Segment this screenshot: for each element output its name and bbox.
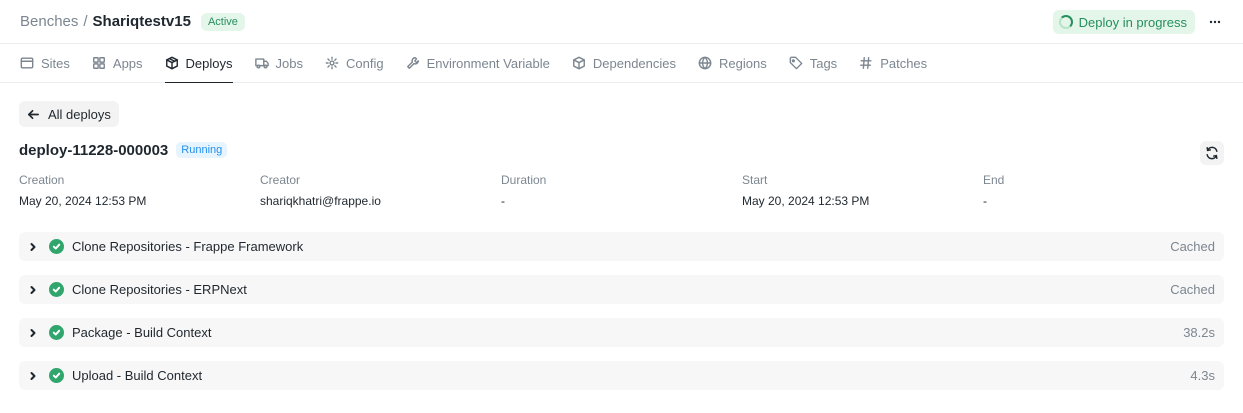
meta-label: Creation [19,173,65,187]
meta-end: End - [983,173,1224,208]
meta-value: shariqkhatri@frappe.io [260,194,381,208]
tab-label: Tags [809,55,838,71]
tab-label: Regions [719,55,767,71]
more-horizontal-icon [1209,20,1221,24]
more-options-button[interactable] [1207,10,1223,34]
tab-tags[interactable]: Tags [789,44,837,82]
step-status: 4.3s [1190,368,1215,383]
step-package-build-context[interactable]: Package - Build Context 38.2s [19,318,1224,347]
meta-creator: Creator shariqkhatri@frappe.io [260,173,501,208]
truck-icon [254,58,269,69]
wrench-icon [406,57,419,69]
hash-icon [860,57,872,69]
breadcrumb-separator: / [83,13,88,30]
header-actions: Deploy in progress [1052,10,1223,34]
grid-icon [92,57,105,69]
gear-icon [325,56,339,70]
tab-regions[interactable]: Regions [698,44,767,82]
step-upload-build-context[interactable]: Upload - Build Context 4.3s [19,361,1224,390]
tag-icon [789,56,803,70]
step-status: 38.2s [1183,325,1215,340]
arrow-left-icon [28,109,39,119]
tab-label: Patches [880,55,928,71]
browser-icon [20,57,34,69]
step-clone-erpnext[interactable]: Clone Repositories - ERPNext Cached [19,275,1224,304]
globe-icon [698,56,712,70]
spinner-icon [1058,15,1073,29]
all-deploys-label: All deploys [48,106,111,122]
step-title: Package - Build Context [72,325,212,340]
deploy-detail: All deploys deploy-11228-000003 Running … [0,83,1243,390]
tab-label: Dependencies [592,55,677,71]
meta-value: - [983,194,987,208]
box-icon [572,56,585,70]
check-circle-icon [49,325,64,340]
deploy-steps: Clone Repositories - Frappe Framework Ca… [19,232,1224,390]
meta-value: May 20, 2024 12:53 PM [19,194,147,208]
step-title: Clone Repositories - Frappe Framework [72,239,304,254]
package-icon [165,56,178,70]
deploy-progress-label: Deploy in progress [1078,14,1187,30]
step-status: Cached [1170,239,1215,254]
meta-label: End [983,173,1005,187]
tab-label: Apps [112,55,143,71]
tab-label: Jobs [275,55,303,71]
check-circle-icon [49,239,64,254]
meta-label: Duration [501,173,547,187]
deploy-meta: Creation May 20, 2024 12:53 PM Creator s… [19,173,1224,208]
meta-label: Start [742,173,768,187]
tab-jobs[interactable]: Jobs [254,44,303,82]
tab-apps[interactable]: Apps [92,44,143,82]
tab-label: Deploys [185,55,233,71]
step-title: Clone Repositories - ERPNext [72,282,247,297]
tab-patches[interactable]: Patches [859,44,927,82]
meta-value: May 20, 2024 12:53 PM [742,194,870,208]
breadcrumb-benches[interactable]: Benches [20,13,78,30]
meta-duration: Duration - [501,173,742,208]
chevron-right-icon [30,371,36,380]
deploy-in-progress-button[interactable]: Deploy in progress [1052,10,1195,34]
meta-start: Start May 20, 2024 12:53 PM [742,173,983,208]
step-status: Cached [1170,282,1215,297]
refresh-icon [1206,146,1218,160]
tab-sites[interactable]: Sites [20,44,70,82]
status-badge-active: Active [200,12,245,31]
tab-config[interactable]: Config [325,44,384,82]
tab-label: Config [345,55,384,71]
breadcrumb-current: Shariqtestv15 [92,13,191,30]
all-deploys-button[interactable]: All deploys [19,101,119,127]
meta-creation: Creation May 20, 2024 12:53 PM [19,173,260,208]
tab-label: Sites [41,55,70,71]
chevron-right-icon [30,285,36,294]
meta-label: Creator [260,173,301,187]
step-title: Upload - Build Context [72,368,203,383]
step-clone-frappe[interactable]: Clone Repositories - Frappe Framework Ca… [19,232,1224,261]
check-circle-icon [49,368,64,383]
deploy-title-row: deploy-11228-000003 Running [19,137,1224,163]
status-badge-running: Running [176,142,228,158]
top-bar: Benches / Shariqtestv15 Active Deploy in… [0,0,1243,44]
chevron-right-icon [30,328,36,337]
tab-dependencies[interactable]: Dependencies [572,44,676,82]
page-title: deploy-11228-000003 [19,141,169,159]
tab-label: Environment Variable [426,55,550,71]
check-circle-icon [49,282,64,297]
tab-deploys[interactable]: Deploys [164,44,233,83]
refresh-button[interactable] [1200,141,1224,165]
meta-value: - [501,194,505,208]
chevron-right-icon [30,242,36,251]
bench-tabs: Sites Apps Deploys Jobs Config Environme… [0,44,1243,83]
tab-environment-variable[interactable]: Environment Variable [406,44,550,82]
